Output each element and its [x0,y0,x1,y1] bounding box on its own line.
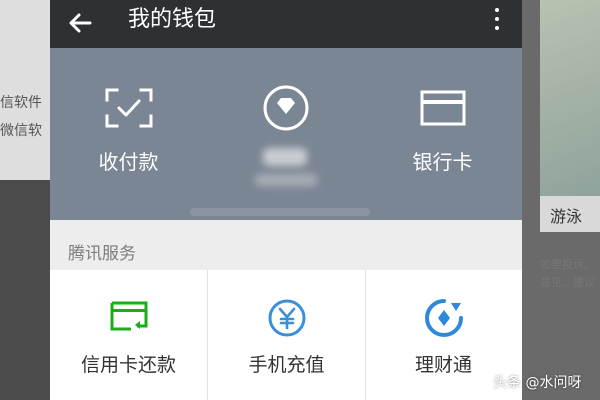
balance-button[interactable] [207,48,364,220]
back-arrow-icon [69,13,92,33]
scan-qr-icon [105,88,152,128]
services-grid: 信用卡还款 手机充值 理财通 [50,270,522,400]
phone-topup-label: 手机充值 [248,354,325,376]
bank-card-icon [420,90,465,126]
phone-topup-button[interactable]: 手机充值 [208,270,365,400]
background-page-left: 信软件 微信软 [0,0,50,400]
wallet-actions-panel: 收付款 银行卡 [50,48,522,220]
watermark-text: 头条 @水问呀 [493,375,582,391]
licaitong-icon [424,299,463,337]
background-text: 微信软 [0,123,42,139]
pay-receive-button[interactable]: 收付款 [50,48,207,220]
background-photo [540,0,600,196]
blurred-balance [263,148,307,166]
credit-card-repay-icon [110,301,147,331]
bank-card-label: 银行卡 [412,150,473,174]
bank-card-button[interactable]: 银行卡 [364,48,521,220]
page-title: 我的钱包 [128,7,217,32]
screen: 信软件 微信软 游泳 如要投诉、 意见、建议 我的钱包 收付款 银行卡 腾讯服务… [0,0,600,400]
more-button[interactable] [490,6,504,36]
blurred-balance-detail [255,174,317,186]
wallet-screen: 我的钱包 收付款 银行卡 腾讯服务 信用卡还款 手机充值 理财通 [50,0,522,400]
back-button[interactable] [64,6,98,40]
background-text: 信软件 [0,95,42,111]
background-text: 如要投诉、 [540,258,595,271]
tencent-services-header: 腾讯服务 [50,220,522,270]
background-text: 意见、建议 [540,276,595,289]
credit-card-repay-label: 信用卡还款 [80,354,176,376]
yuan-coin-icon [268,299,305,337]
pay-receive-label: 收付款 [98,150,159,174]
background-page-right: 游泳 如要投诉、 意见、建议 [522,0,600,400]
background-caption: 游泳 [550,207,583,226]
section-title: 腾讯服务 [68,244,136,264]
more-dots-icon [495,8,499,12]
nav-bar: 我的钱包 [50,0,522,48]
diamond-coin-icon [263,85,308,131]
credit-card-repay-button[interactable]: 信用卡还款 [50,270,207,400]
